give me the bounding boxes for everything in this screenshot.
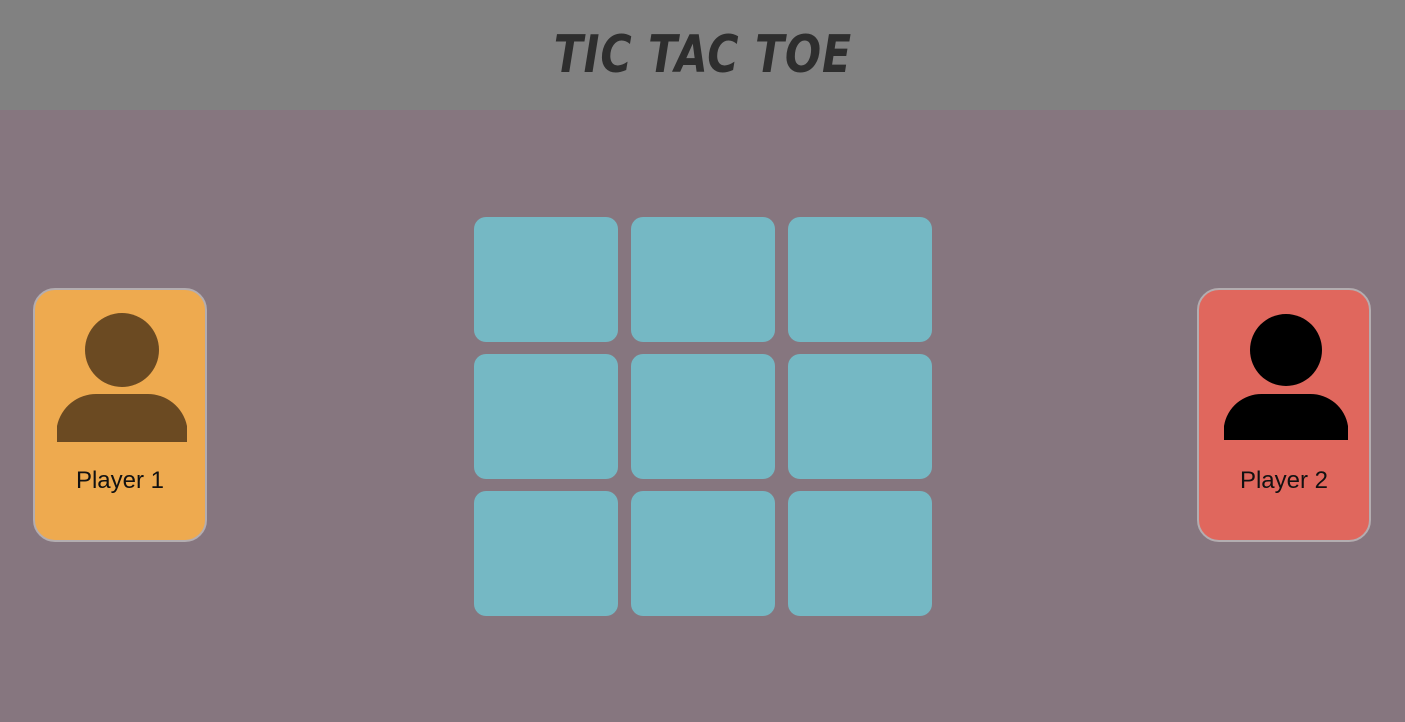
board-cell-1[interactable] [474,217,618,342]
player-2-label: Player 2 [1239,467,1329,494]
header-bar: Tic Tac Toe [0,0,1405,110]
board-cell-5[interactable] [631,354,775,479]
board-cell-4[interactable] [474,354,618,479]
user-icon [57,313,187,442]
user-icon-body [57,393,187,442]
board-cell-8[interactable] [631,491,775,616]
player-2-card[interactable]: Player 2 [1197,288,1371,542]
player-1-card[interactable]: Player 1 [33,288,207,542]
board-cell-2[interactable] [631,217,775,342]
board-cell-7[interactable] [474,491,618,616]
user-icon [1224,314,1348,440]
player-1-label: Player 1 [75,467,165,494]
board-cell-9[interactable] [788,491,932,616]
board-cell-6[interactable] [788,354,932,479]
board-cell-3[interactable] [788,217,932,342]
user-icon-head [1250,314,1322,386]
page-title: Tic Tac Toe [553,25,852,85]
game-board [474,217,932,617]
user-icon-body [1224,393,1348,440]
user-icon-head [85,313,159,387]
